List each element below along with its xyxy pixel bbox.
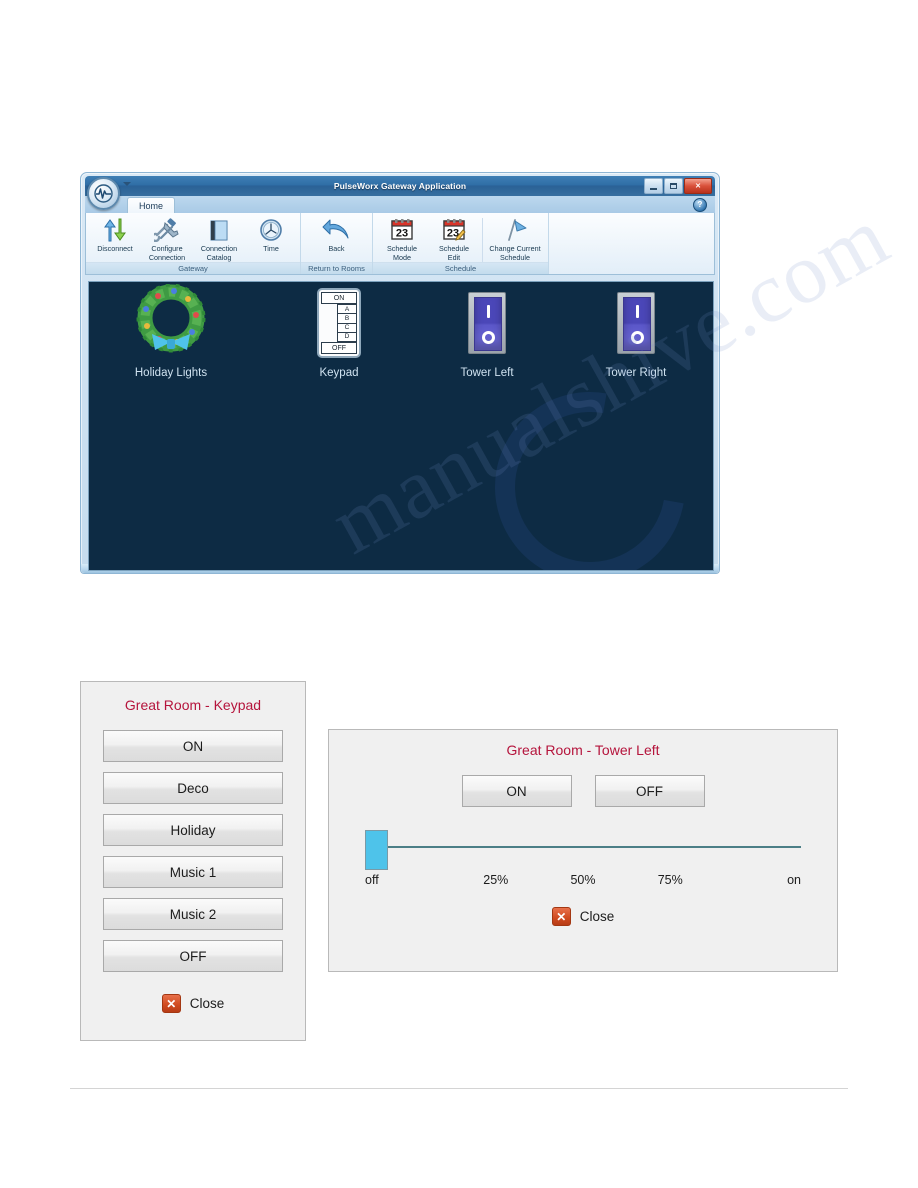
configure-tools-icon bbox=[154, 217, 180, 242]
back-button[interactable]: Back bbox=[311, 215, 363, 253]
connection-catalog-label: Connection Catalog bbox=[200, 244, 238, 262]
device-tower-left[interactable]: Tower Left bbox=[427, 284, 547, 379]
slider-tick-75: 75% bbox=[657, 873, 683, 887]
keypad-button-holiday[interactable]: Holiday bbox=[103, 814, 283, 846]
keypad-key-d: D bbox=[337, 332, 357, 342]
keypad-button-on[interactable]: ON bbox=[103, 730, 283, 762]
clock-icon bbox=[259, 217, 283, 242]
ribbon-group-gateway: Disconnect Configure Connection Connecti… bbox=[86, 213, 301, 274]
ribbon-group-title-schedule: Schedule bbox=[373, 262, 548, 274]
slider-handle[interactable] bbox=[365, 830, 388, 870]
device-label: Tower Left bbox=[460, 367, 514, 379]
keypad-button-off[interactable]: OFF bbox=[103, 940, 283, 972]
connection-catalog-button[interactable]: Connection Catalog bbox=[193, 215, 245, 262]
ribbon-tabstrip: Home ? bbox=[85, 196, 715, 214]
calendar-edit-icon: 23 bbox=[442, 217, 466, 242]
back-label: Back bbox=[328, 244, 345, 253]
wreath-icon bbox=[111, 284, 231, 362]
ribbon: Disconnect Configure Connection Connecti… bbox=[85, 213, 715, 275]
keypad-key-b: B bbox=[337, 314, 357, 324]
configure-connection-button[interactable]: Configure Connection bbox=[141, 215, 193, 262]
time-button[interactable]: Time bbox=[245, 215, 297, 253]
keypad-key-off: OFF bbox=[321, 342, 357, 354]
ribbon-empty-area bbox=[549, 213, 714, 274]
keypad-close-label[interactable]: Close bbox=[190, 996, 225, 1011]
rocker-switch-icon bbox=[576, 284, 696, 362]
tower-dialog-title: Great Room - Tower Left bbox=[506, 742, 660, 758]
quick-access-dropdown-icon[interactable] bbox=[123, 182, 131, 186]
flag-icon bbox=[502, 217, 528, 242]
disconnect-button[interactable]: Disconnect bbox=[89, 215, 141, 253]
maximize-button[interactable] bbox=[664, 178, 683, 194]
ribbon-group-title-gateway: Gateway bbox=[86, 262, 300, 274]
keypad-button-music-1[interactable]: Music 1 bbox=[103, 856, 283, 888]
tower-button-on[interactable]: ON bbox=[461, 775, 572, 807]
schedule-edit-button[interactable]: 23 Schedule Edit bbox=[428, 215, 480, 262]
device-tower-right[interactable]: Tower Right bbox=[576, 284, 696, 379]
tower-close-label[interactable]: Close bbox=[580, 909, 615, 924]
ribbon-group-return-to-rooms: Back Return to Rooms bbox=[301, 213, 373, 274]
slider-tick-on: on bbox=[787, 873, 802, 887]
window-controls: ✕ bbox=[644, 178, 712, 194]
tower-button-off[interactable]: OFF bbox=[594, 775, 705, 807]
disconnect-label: Disconnect bbox=[97, 244, 133, 253]
slider-track[interactable] bbox=[375, 846, 801, 848]
keypad-dialog-title: Great Room - Keypad bbox=[124, 697, 262, 713]
keypad-key-a: A bbox=[337, 304, 357, 315]
ribbon-group-title-return-to-rooms: Return to Rooms bbox=[301, 262, 372, 274]
keypad-key-c: C bbox=[337, 323, 357, 333]
slider-tick-off: off bbox=[365, 873, 379, 887]
device-label: Keypad bbox=[319, 367, 359, 379]
device-canvas: Holiday Lights ON A B C D OFF Keypad Tow… bbox=[88, 281, 714, 571]
close-x-icon[interactable]: ✕ bbox=[161, 994, 181, 1013]
canvas-watermark bbox=[457, 354, 713, 570]
calendar-icon: 23 bbox=[390, 217, 414, 242]
tower-close-row[interactable]: ✕ Close bbox=[329, 907, 837, 926]
window-titlebar: PulseWorx Gateway Application ✕ bbox=[85, 176, 715, 196]
pulseworx-logo-icon[interactable] bbox=[87, 177, 120, 210]
disconnect-arrows-icon bbox=[102, 217, 128, 242]
window-title: PulseWorx Gateway Application bbox=[333, 181, 467, 191]
keypad-close-row[interactable]: ✕ Close bbox=[81, 994, 305, 1013]
configure-connection-label: Configure Connection bbox=[148, 244, 186, 262]
close-x-icon[interactable]: ✕ bbox=[551, 907, 571, 926]
slider-tick-25: 25% bbox=[483, 873, 509, 887]
schedule-mode-label: Schedule Mode bbox=[387, 244, 417, 262]
schedule-edit-label: Schedule Edit bbox=[439, 244, 469, 262]
device-holiday-lights[interactable]: Holiday Lights bbox=[111, 284, 231, 379]
tower-dialog-buttons: ON OFF bbox=[329, 775, 837, 807]
device-label: Tower Right bbox=[605, 367, 667, 379]
minimize-button[interactable] bbox=[644, 178, 663, 194]
keypad-icon: ON A B C D OFF bbox=[279, 284, 399, 362]
slider-tick-labels: off 25% 50% 75% on bbox=[365, 873, 801, 887]
svg-text:23: 23 bbox=[396, 228, 408, 240]
keypad-button-music-2[interactable]: Music 2 bbox=[103, 898, 283, 930]
ribbon-group-schedule: 23 Schedule Mode 23 Schedule Edit Change… bbox=[373, 213, 549, 274]
change-current-schedule-label: Change Current Schedule bbox=[489, 244, 541, 262]
back-arrow-icon bbox=[322, 217, 352, 242]
tower-left-dialog: Great Room - Tower Left ON OFF off 25% 5… bbox=[328, 729, 838, 972]
slider-tick-50: 50% bbox=[570, 873, 596, 887]
device-keypad[interactable]: ON A B C D OFF Keypad bbox=[279, 284, 399, 379]
help-icon[interactable]: ? bbox=[693, 198, 707, 212]
page-divider-rule bbox=[70, 1088, 848, 1089]
close-button[interactable]: ✕ bbox=[684, 178, 712, 194]
time-label: Time bbox=[263, 244, 279, 253]
ribbon-divider bbox=[482, 218, 483, 263]
keypad-button-deco[interactable]: Deco bbox=[103, 772, 283, 804]
dimmer-slider[interactable] bbox=[365, 830, 801, 870]
rocker-switch-icon bbox=[427, 284, 547, 362]
device-label: Holiday Lights bbox=[134, 367, 208, 379]
change-current-schedule-button[interactable]: Change Current Schedule bbox=[485, 215, 545, 262]
tab-home[interactable]: Home bbox=[127, 197, 176, 214]
keypad-key-on: ON bbox=[321, 292, 357, 304]
keypad-dialog: Great Room - Keypad ON Deco Holiday Musi… bbox=[80, 681, 306, 1041]
book-icon bbox=[207, 217, 231, 242]
keypad-dialog-buttons: ON Deco Holiday Music 1 Music 2 OFF bbox=[103, 730, 283, 982]
schedule-mode-button[interactable]: 23 Schedule Mode bbox=[376, 215, 428, 262]
